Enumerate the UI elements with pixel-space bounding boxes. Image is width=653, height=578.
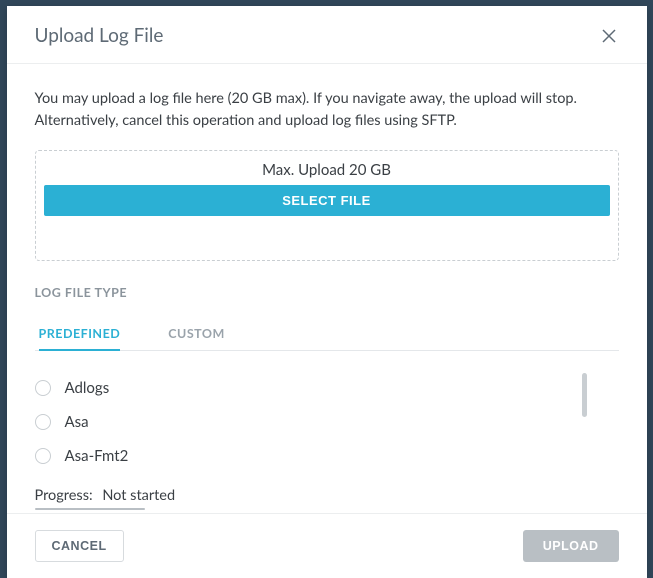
cancel-button[interactable]: CANCEL: [35, 530, 124, 562]
modal-body: You may upload a log file here (20 GB ma…: [7, 64, 647, 513]
upload-button[interactable]: UPLOAD: [523, 530, 619, 562]
progress-value: Not started: [102, 487, 175, 504]
radio-icon: [35, 448, 51, 464]
radio-icon: [35, 380, 51, 396]
upload-log-modal: Upload Log File You may upload a log fil…: [7, 6, 647, 578]
modal-footer: CANCEL UPLOAD: [7, 513, 647, 578]
file-dropzone[interactable]: Max. Upload 20 GB SELECT FILE: [35, 150, 619, 261]
dropzone-hint: Max. Upload 20 GB: [44, 161, 610, 179]
scrollbar[interactable]: [582, 373, 587, 417]
log-type-tabs: PREDEFINED CUSTOM: [35, 318, 619, 351]
progress-bar: [35, 508, 145, 510]
modal-header: Upload Log File: [7, 6, 647, 64]
list-item[interactable]: Adlogs: [35, 371, 619, 405]
progress-row: Progress: Not started: [35, 487, 619, 504]
modal-title: Upload Log File: [35, 24, 164, 47]
list-item[interactable]: Asa-Fmt2: [35, 439, 619, 473]
select-file-button[interactable]: SELECT FILE: [44, 185, 610, 216]
close-icon[interactable]: [599, 26, 619, 46]
option-label: Asa-Fmt2: [65, 447, 129, 465]
option-label: Adlogs: [65, 379, 110, 397]
log-file-type-label: LOG FILE TYPE: [35, 285, 619, 300]
list-item[interactable]: Asa: [35, 405, 619, 439]
tab-predefined[interactable]: PREDEFINED: [39, 318, 121, 351]
log-type-options: Adlogs Asa Asa-Fmt2: [35, 371, 619, 473]
intro-text: You may upload a log file here (20 GB ma…: [35, 88, 619, 132]
progress-label: Progress:: [35, 487, 93, 504]
tab-custom[interactable]: CUSTOM: [168, 318, 225, 351]
radio-icon: [35, 414, 51, 430]
option-label: Asa: [65, 413, 89, 431]
